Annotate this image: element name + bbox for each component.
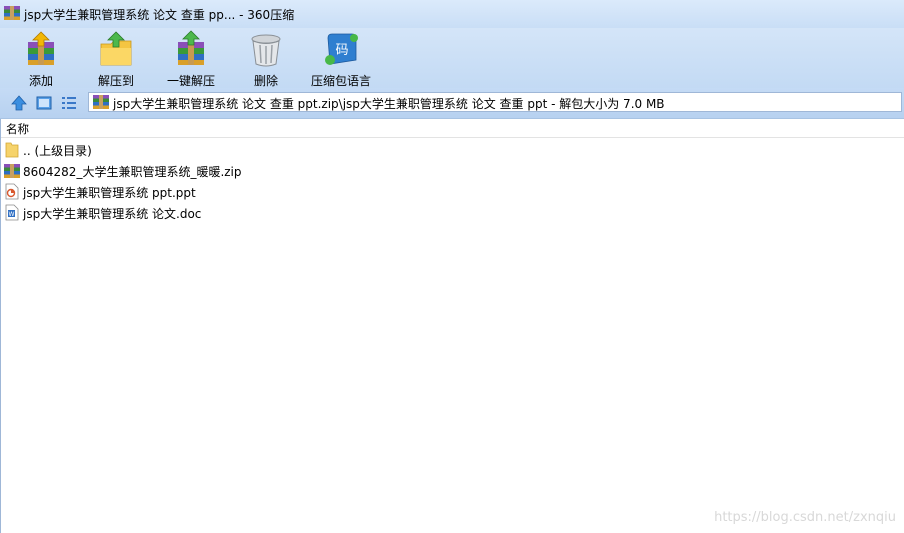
archive-language-button[interactable]: 码 压缩包语言 (306, 30, 376, 88)
window-title: jsp大学生兼职管理系统 论文 查重 pp... - 360压缩 (24, 8, 295, 22)
address-path: jsp大学生兼职管理系统 论文 查重 ppt.zip\jsp大学生兼职管理系统 … (113, 97, 665, 111)
delete-button-label: 删除 (253, 74, 278, 88)
title-bar: jsp大学生兼职管理系统 论文 查重 pp... - 360压缩 (0, 0, 904, 28)
extract-to-icon (100, 31, 132, 66)
list-view-icon[interactable] (60, 94, 78, 112)
watermark: https://blog.csdn.net/zxnqiu (714, 510, 896, 525)
add-button-label: 添加 (28, 74, 53, 88)
extract-to-button[interactable]: 解压到 (81, 30, 151, 88)
add-archive-icon (28, 31, 54, 65)
file-name: 8604282_大学生兼职管理系统_暖暖.zip (23, 165, 242, 179)
delete-button[interactable]: 删除 (231, 30, 301, 88)
archive-language-icon: 码 (325, 33, 358, 65)
zip-file-icon (4, 164, 20, 178)
extract-to-button-label: 解压到 (97, 74, 134, 88)
one-click-extract-icon (178, 30, 204, 65)
zip-app-icon (4, 6, 20, 20)
list-item-parent-directory[interactable]: .. (上级目录) (4, 139, 604, 160)
zip-file-icon (93, 95, 109, 109)
thumbnail-view-icon[interactable] (35, 94, 53, 112)
folder-icon (5, 142, 19, 158)
list-item-doc[interactable]: W jsp大学生兼职管理系统 论文.doc (4, 202, 604, 223)
file-name: jsp大学生兼职管理系统 论文.doc (23, 207, 202, 221)
list-item-zip[interactable]: 8604282_大学生兼职管理系统_暖暖.zip (4, 160, 604, 181)
file-name: jsp大学生兼职管理系统 ppt.ppt (23, 186, 196, 200)
ppt-file-icon (5, 183, 19, 200)
address-bar[interactable]: jsp大学生兼职管理系统 论文 查重 ppt.zip\jsp大学生兼职管理系统 … (88, 92, 902, 112)
archive-language-button-label: 压缩包语言 (310, 74, 371, 88)
up-arrow-icon[interactable] (10, 94, 28, 112)
toolbar: 添加 解压到 一键解压 删除 码 压缩包语言 (0, 28, 904, 88)
svg-text:W: W (9, 211, 15, 218)
trash-icon (251, 34, 281, 67)
address-row: jsp大学生兼职管理系统 论文 查重 ppt.zip\jsp大学生兼职管理系统 … (0, 88, 904, 119)
list-item-ppt[interactable]: jsp大学生兼职管理系统 ppt.ppt (4, 181, 604, 202)
list-border (0, 119, 1, 533)
doc-file-icon: W (5, 204, 19, 221)
column-header-name[interactable]: 名称 (0, 119, 904, 138)
one-click-extract-button[interactable]: 一键解压 (156, 30, 226, 88)
file-name: .. (上级目录) (23, 144, 92, 158)
svg-text:码: 码 (335, 43, 348, 58)
column-name-label: 名称 (6, 122, 29, 136)
one-click-extract-button-label: 一键解压 (166, 74, 215, 88)
add-button[interactable]: 添加 (6, 30, 76, 88)
